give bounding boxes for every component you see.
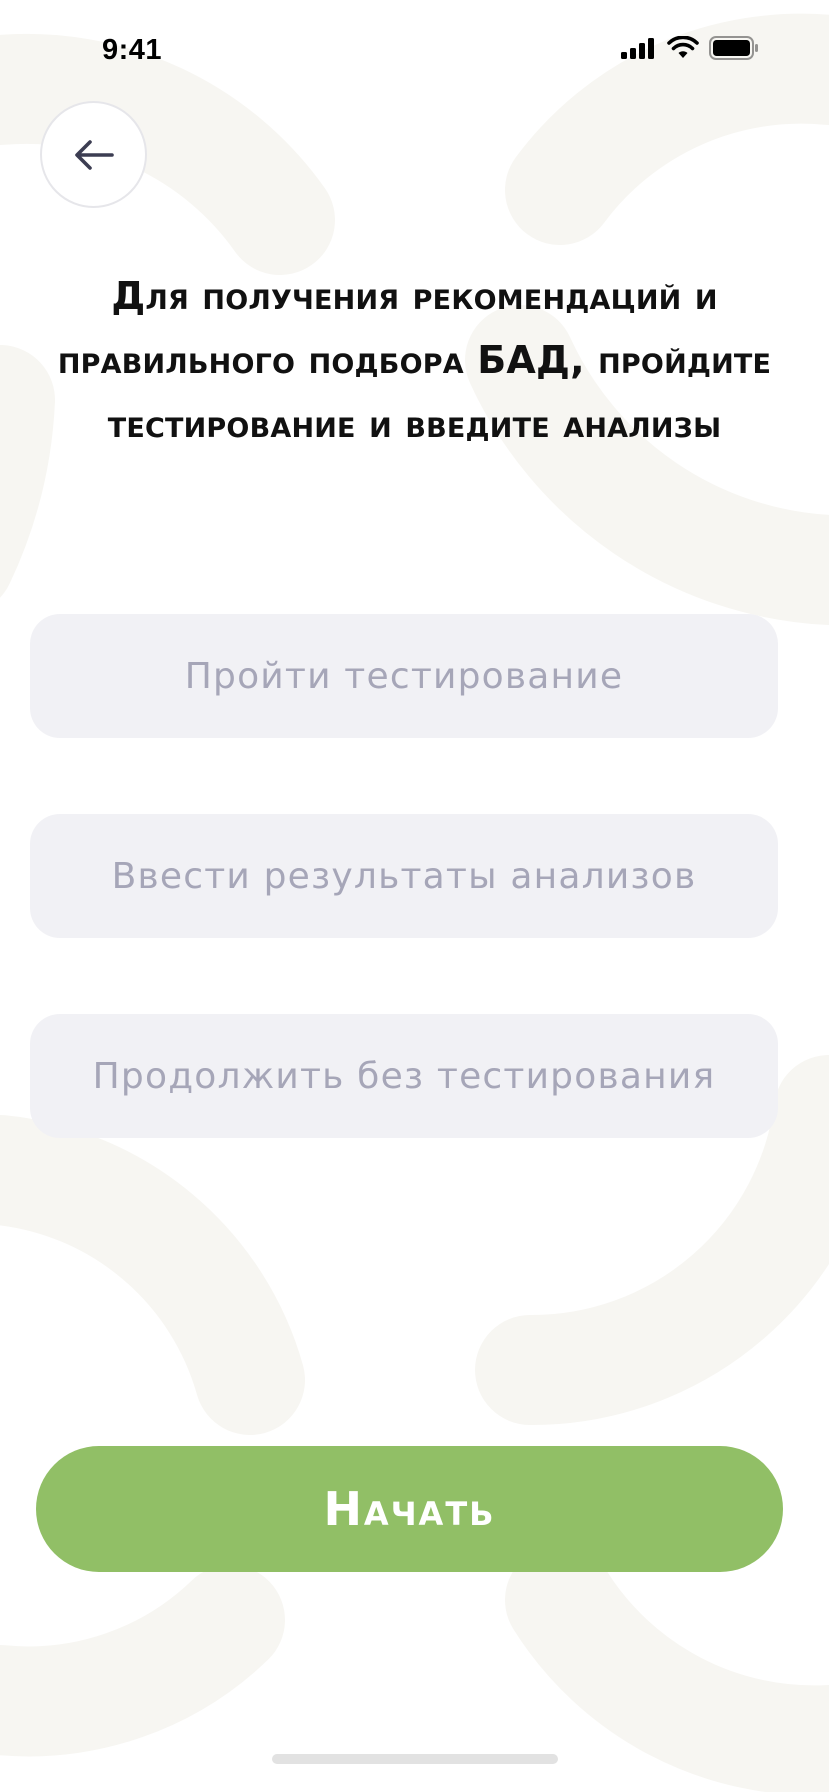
- back-button[interactable]: [40, 101, 147, 208]
- page-title: Для получения рекомендаций и правильного…: [57, 274, 772, 446]
- status-icons: [621, 36, 759, 60]
- status-time: 9:41: [102, 34, 163, 66]
- status-bar: 9:41: [0, 0, 829, 100]
- continue-without-test-button[interactable]: Продолжить без тестирования: [30, 1014, 778, 1138]
- home-indicator: [272, 1754, 558, 1764]
- take-test-button[interactable]: Пройти тестирование: [30, 614, 778, 738]
- signal-icon: [621, 38, 654, 59]
- battery-icon: [709, 36, 758, 60]
- start-button[interactable]: Начать: [36, 1446, 783, 1572]
- enter-analysis-results-button[interactable]: Ввести результаты анализов: [30, 814, 778, 938]
- wifi-icon: [667, 36, 699, 58]
- arrow-left-icon: [74, 139, 114, 170]
